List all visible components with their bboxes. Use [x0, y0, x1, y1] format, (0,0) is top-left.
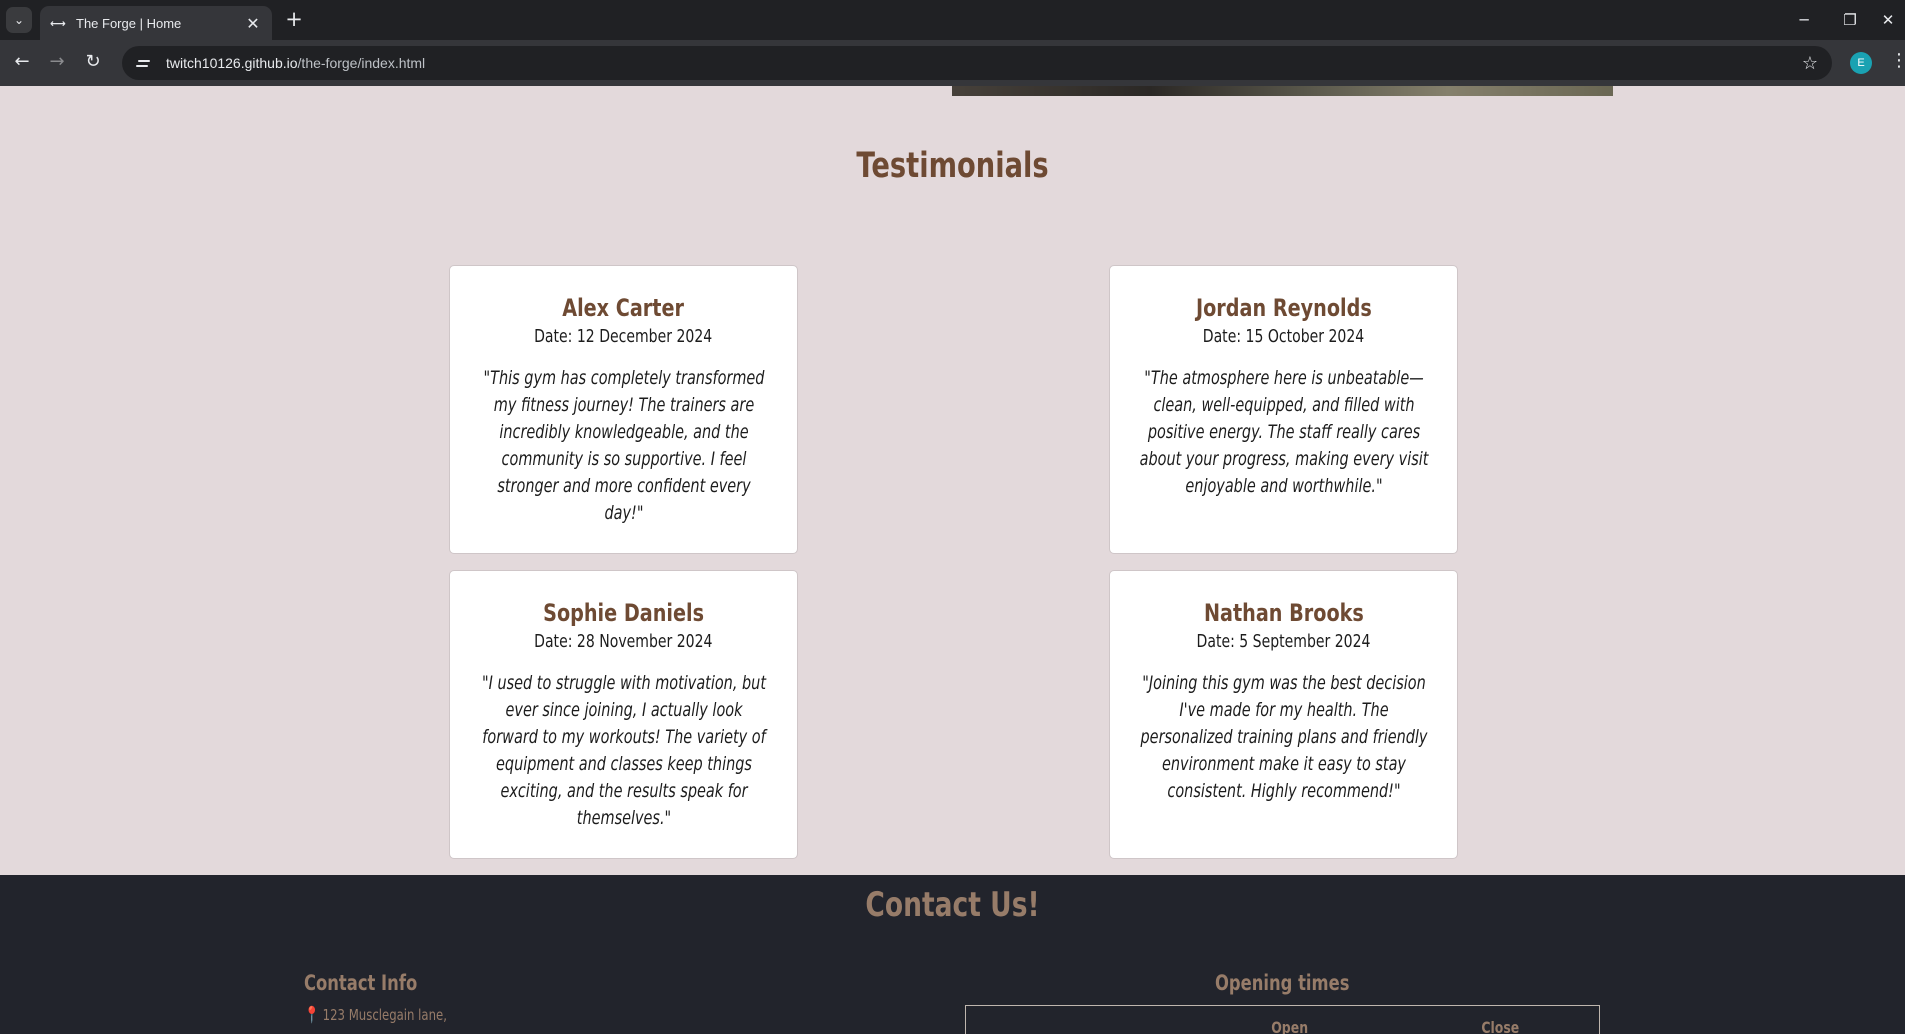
back-icon[interactable]: ←	[9, 49, 35, 75]
profile-avatar[interactable]: E	[1850, 52, 1872, 74]
minimize-icon[interactable]: ─	[1784, 6, 1824, 34]
url-text[interactable]: twitch10126.github.io/the-forge/index.ht…	[166, 55, 1802, 71]
address-text: 123 Musclegain lane,	[322, 1005, 447, 1024]
testimonials-heading: Testimonials	[856, 146, 1049, 186]
testimonial-quote: "I used to struggle with motivation, but…	[481, 672, 767, 829]
testimonial-quote: "The atmosphere here is unbeatable—clean…	[1139, 367, 1429, 497]
browser-tab[interactable]: ⟷ The Forge | Home ✕	[40, 6, 272, 40]
testimonial-quote: "This gym has completely transformed my …	[483, 367, 765, 524]
testimonial-quote: "Joining this gym was the best decision …	[1140, 672, 1428, 802]
testimonial-name: Nathan Brooks	[1203, 599, 1364, 627]
testimonial-card: Alex Carter Date: 12 December 2024 "This…	[449, 265, 798, 554]
testimonial-date: Date: 12 December 2024	[534, 326, 713, 347]
address-bar[interactable]: twitch10126.github.io/the-forge/index.ht…	[122, 46, 1832, 80]
window-close-icon[interactable]: ✕	[1868, 6, 1905, 34]
contact-section: Contact Us! Contact Info 📍 123 Musclegai…	[0, 875, 1905, 1034]
map-pin-icon: 📍	[304, 1005, 320, 1024]
testimonial-date: Date: 15 October 2024	[1202, 326, 1365, 347]
reload-icon[interactable]: ↻	[80, 49, 106, 75]
url-path: /the-forge/index.html	[297, 55, 426, 71]
table-header-close: Close	[1481, 1018, 1520, 1034]
testimonial-date: Date: 5 September 2024	[1196, 631, 1371, 652]
forward-icon[interactable]: →	[44, 49, 70, 75]
testimonial-card: Nathan Brooks Date: 5 September 2024 "Jo…	[1109, 570, 1458, 859]
browser-tab-bar: ⌄ ⟷ The Forge | Home ✕ + ─ ❐ ✕	[0, 0, 1905, 40]
address-line: 📍 123 Musclegain lane,	[304, 1005, 447, 1024]
new-tab-icon[interactable]: +	[282, 8, 306, 32]
tab-search-icon[interactable]: ⌄	[6, 7, 32, 33]
opening-times-heading: Opening times	[1215, 971, 1350, 995]
hero-image	[952, 86, 1613, 96]
testimonial-date: Date: 28 November 2024	[534, 631, 713, 652]
testimonial-name: Jordan Reynolds	[1195, 294, 1372, 322]
bookmark-star-icon[interactable]: ☆	[1802, 53, 1818, 74]
tab-title: The Forge | Home	[76, 15, 182, 31]
testimonial-name: Alex Carter	[562, 294, 685, 322]
opening-times-table: Open Close	[965, 1005, 1600, 1034]
restore-icon[interactable]: ❐	[1830, 6, 1870, 34]
testimonial-name: Sophie Daniels	[543, 599, 704, 627]
page-content: Testimonials Alex Carter Date: 12 Decemb…	[0, 86, 1905, 1034]
url-host: twitch10126.github.io	[166, 55, 298, 71]
tab-close-icon[interactable]: ✕	[244, 14, 262, 33]
site-info-icon[interactable]	[136, 55, 152, 71]
testimonial-card: Sophie Daniels Date: 28 November 2024 "I…	[449, 570, 798, 859]
contact-heading: Contact Us!	[865, 885, 1040, 925]
contact-info-heading: Contact Info	[304, 971, 418, 995]
browser-menu-icon[interactable]: ⋮	[1890, 50, 1905, 71]
browser-toolbar: ← → ↻ twitch10126.github.io/the-forge/in…	[0, 40, 1905, 86]
table-header-open: Open	[1271, 1018, 1309, 1034]
dumbbell-favicon-icon: ⟷	[50, 16, 66, 30]
testimonial-card: Jordan Reynolds Date: 15 October 2024 "T…	[1109, 265, 1458, 554]
